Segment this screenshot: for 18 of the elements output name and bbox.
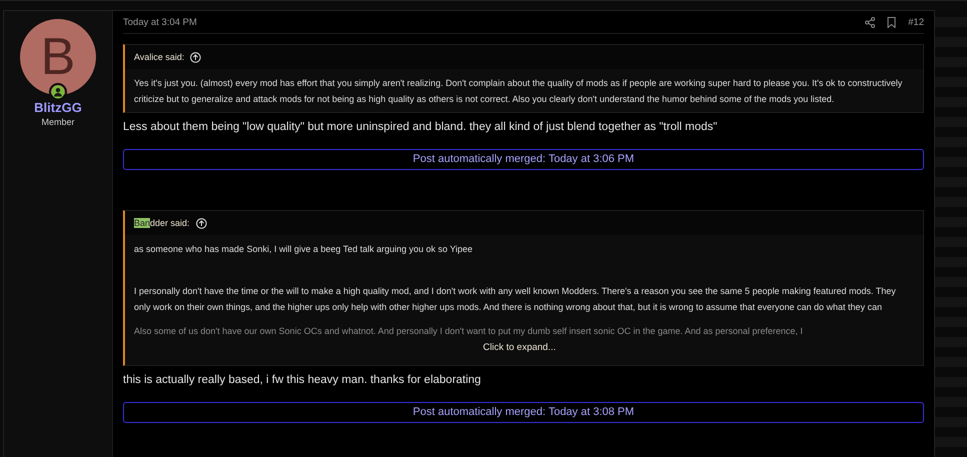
share-icon[interactable] — [865, 16, 876, 28]
post-text: this is actually really based, i fw this heavy man. thanks for elaborating — [123, 373, 482, 388]
merge-notice: Post automatically merged: Today at 3:06 PM — [123, 149, 924, 170]
arrow-up-circle-icon[interactable] — [190, 52, 202, 62]
quote-paragraph: I personally don't have the time or the will to make a high quality mod, and I don't work with any well known Modders. There's a reason you see the same 5 people making featured mods. They only work on their own things, and the higher ups only help with other higher ups mods. And there is nothing wrong about that, but it is wrong to assume that everyone can do what they can — [134, 285, 897, 314]
quote-paragraph: Also some of us don't have our own Sonic OCs and whatnot. And personally I don't want to put my dumb self insert sonic OC in the game. And as personal preference, I — [134, 325, 804, 338]
quote-author[interactable]: Bandder said: — [134, 218, 190, 228]
quote-paragraph: as someone who has made Sonki, I will give a beeg Ted talk arguing you ok so Yipee — [134, 243, 474, 256]
user-role: Member — [41, 117, 74, 127]
quote-author[interactable]: Avalice said: — [134, 52, 184, 62]
username-link[interactable]: BlitzGG — [34, 100, 82, 115]
post-text: Less about them being "low quality" but more uninspired and bland. they all kind of just blend together as "troll mods" — [123, 120, 718, 135]
post-number[interactable]: #12 — [908, 16, 924, 28]
merge-notice: Post automatically merged: Today at 3:08 PM — [123, 402, 924, 423]
bookmark-icon[interactable] — [887, 16, 896, 28]
quote-paragraph: Yes it's just you. (almost) every mod has effort that you simply aren't realizing. Don't complain about the quality of mods as if people are working super hard to please you. It's ok to constructively criticize but to generalize and attack mods for not being as high quality as others is not correct. Also you clearly don't understand the humor behind some of the mods you listed. — [134, 77, 904, 106]
post-time[interactable]: Today at 3:04 PM — [123, 16, 197, 28]
arrow-up-circle-icon[interactable] — [196, 218, 207, 228]
